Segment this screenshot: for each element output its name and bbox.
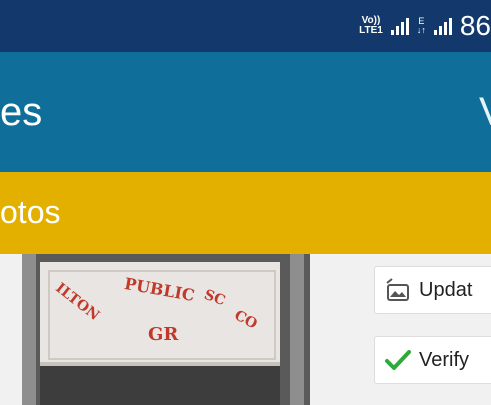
tab-photos[interactable]: otos	[0, 194, 60, 231]
app-bar-action[interactable]: V	[479, 90, 491, 135]
check-icon	[383, 345, 413, 375]
signal-icon	[390, 17, 409, 35]
sign-word-2: PUBLIC	[122, 273, 197, 306]
volte-indicator: Vo)) LTE1	[359, 16, 383, 36]
volte-bottom-label: LTE1	[359, 25, 383, 36]
network-type-bottom: ↓↑	[416, 25, 426, 35]
photo-sign-wall: ILTON PUBLIC SC CO GR	[40, 262, 280, 366]
tab-bar: otos	[0, 172, 491, 254]
sign-word-5: GR	[148, 324, 179, 345]
update-button-label: Updat	[419, 278, 473, 301]
battery-percentage: 86	[459, 10, 491, 41]
status-icons: Vo)) LTE1 E ↓↑ 86	[359, 10, 491, 42]
app-bar-title: es	[0, 90, 43, 134]
content-area: ILTON PUBLIC SC CO GR Updat Verify	[0, 254, 491, 405]
photo-post-left	[22, 254, 36, 405]
sign-word-1: ILTON	[52, 280, 103, 324]
photo-doorway	[40, 366, 280, 405]
school-photo[interactable]: ILTON PUBLIC SC CO GR	[22, 254, 310, 405]
status-bar: Vo)) LTE1 E ↓↑ 86	[0, 0, 491, 52]
photo-post-right	[290, 254, 304, 405]
photo-sign-board: ILTON PUBLIC SC CO GR	[48, 270, 276, 360]
verify-button-label: Verify	[419, 348, 470, 371]
sign-word-4: CO	[231, 307, 260, 333]
update-photo-icon	[383, 275, 413, 305]
update-button[interactable]: Updat	[374, 266, 491, 314]
signal-icon-2	[433, 17, 452, 35]
app-bar: es V	[0, 52, 491, 172]
verify-button[interactable]: Verify	[374, 336, 491, 384]
network-type-indicator: E ↓↑	[417, 17, 426, 35]
sign-word-3: SC	[201, 286, 228, 310]
